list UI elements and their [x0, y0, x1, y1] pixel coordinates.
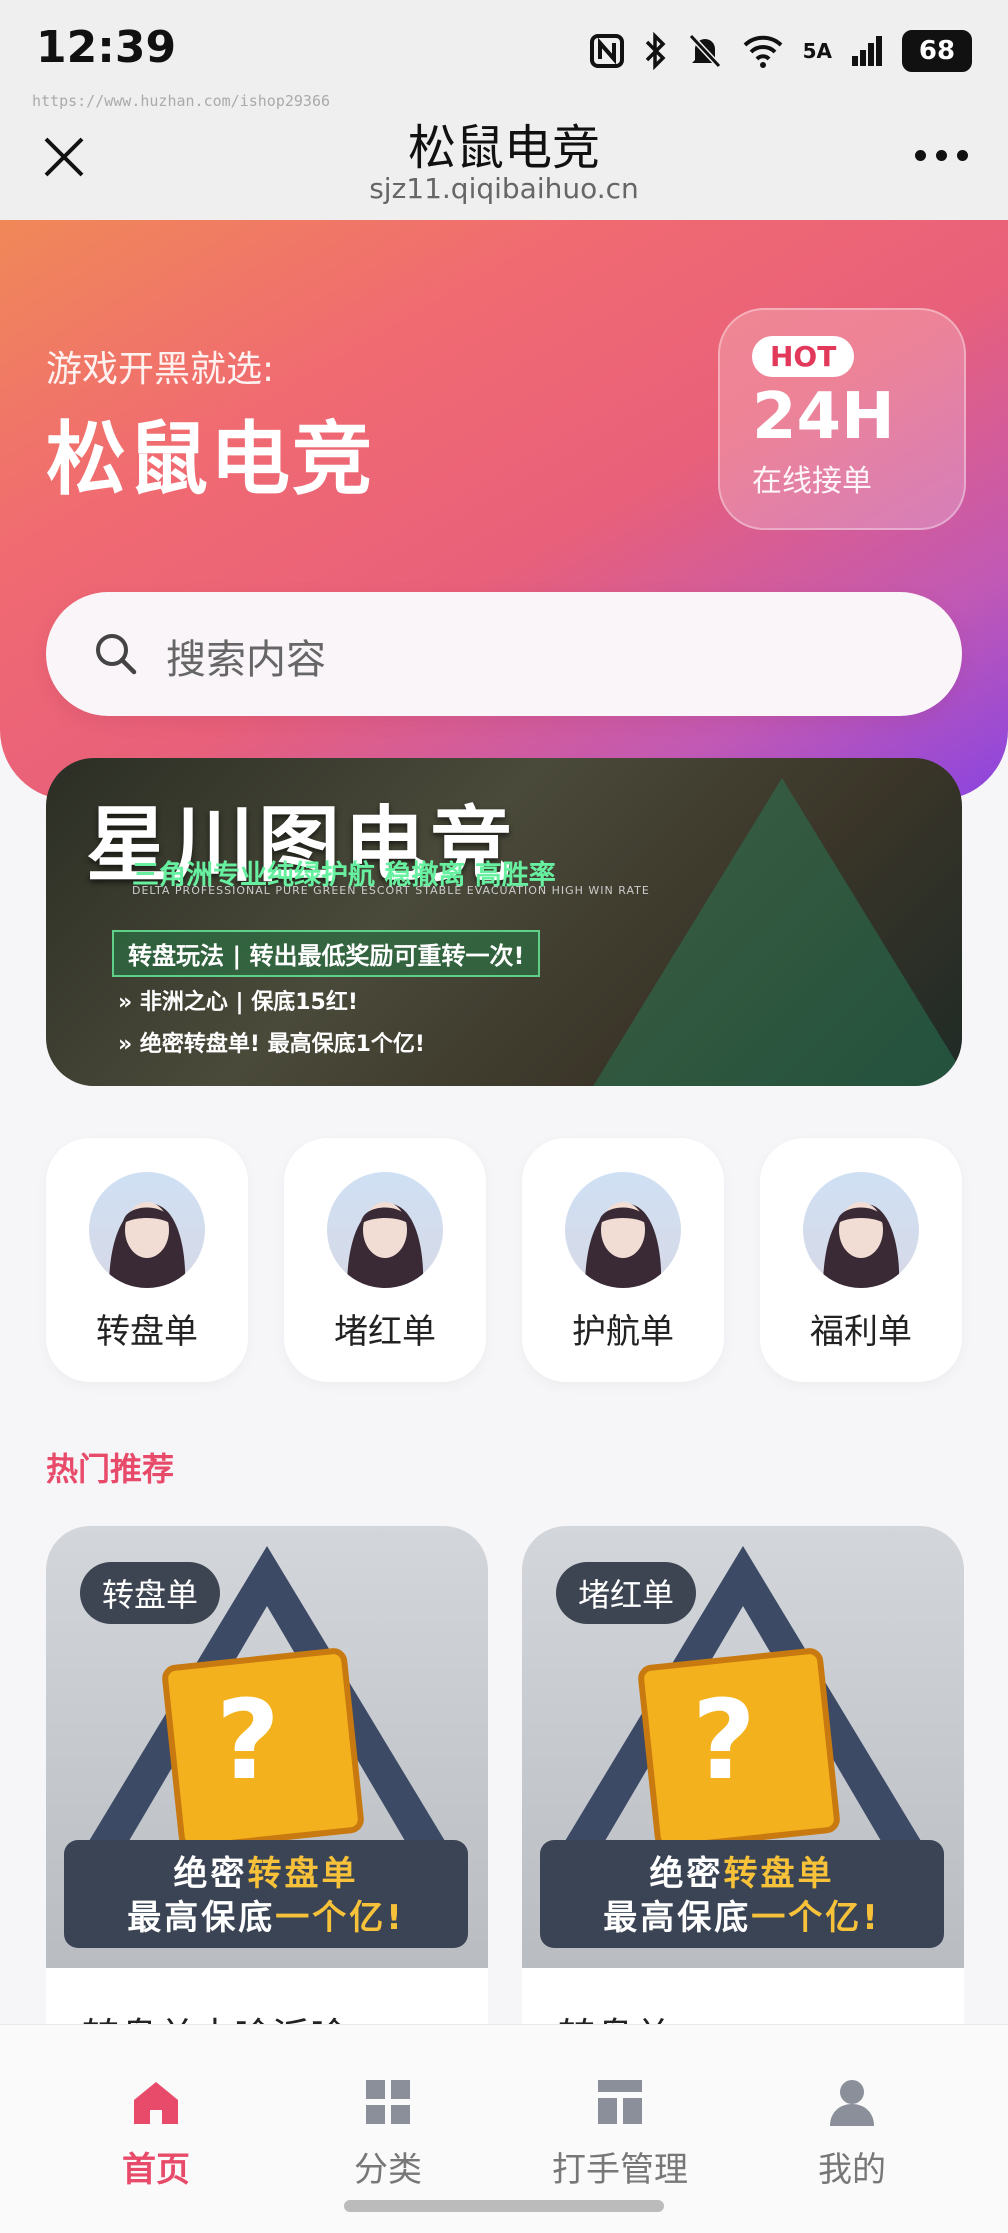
hero-title: 松鼠电竞 — [46, 413, 374, 506]
status-time: 12:39 — [36, 22, 177, 73]
caption-line-1: 绝密转盘单 — [173, 1854, 359, 1894]
badge-24h: 24H — [752, 380, 895, 454]
more-menu-icon[interactable] — [915, 150, 968, 161]
category-label: 堵红单 — [334, 1312, 436, 1352]
section-title-hot: 热门推荐 — [46, 1450, 175, 1488]
caption-line-1: 绝密转盘单 — [649, 1854, 835, 1894]
home-indicator[interactable] — [344, 2200, 664, 2212]
banner-line-2: » 绝密转盘单! 最高保底1个亿! — [118, 1032, 425, 1057]
caption-line-2: 最高保底一个亿! — [127, 1898, 405, 1938]
triangle-logo-icon — [592, 778, 962, 1086]
battery-icon: 68 — [902, 30, 972, 72]
manage-icon — [598, 2080, 642, 2124]
bluetooth-icon — [645, 32, 666, 70]
home-icon — [134, 2082, 178, 2124]
banner-line-1: » 非洲之心 | 保底15红! — [118, 990, 358, 1015]
network-label: 5A — [802, 39, 832, 63]
nfc-icon — [589, 34, 624, 68]
hero-subtitle: 游戏开黑就选: — [46, 349, 275, 390]
category-zhuanpan[interactable]: 转盘单 — [46, 1138, 248, 1382]
tab-mine[interactable]: 我的 — [726, 2076, 978, 2191]
tab-home[interactable]: 首页 — [30, 2076, 282, 2191]
avatar — [565, 1172, 681, 1288]
question-mark-icon: ? — [216, 1676, 280, 1804]
avatar — [89, 1172, 205, 1288]
category-label: 福利单 — [810, 1312, 912, 1352]
page-title: 松鼠电竞 — [407, 120, 600, 176]
avatar — [327, 1172, 443, 1288]
mute-bell-icon — [688, 33, 721, 69]
avatar — [803, 1172, 919, 1288]
caption-line-2: 最高保底一个亿! — [603, 1898, 881, 1938]
banner-tagline-en: DELTA PROFESSIONAL PURE GREEN ESCORT STA… — [132, 884, 650, 897]
status-icons: 5A 68 — [589, 30, 972, 72]
product-tag: 堵红单 — [556, 1562, 697, 1624]
hot-label: HOT — [752, 336, 855, 377]
search-input[interactable]: 搜索内容 — [166, 627, 326, 685]
page-url: sjz11.qiqibaihuo.cn — [369, 172, 639, 205]
banner-box-text: 转盘玩法 | 转出最低奖励可重转一次! — [112, 930, 541, 977]
category-duhong[interactable]: 堵红单 — [284, 1138, 486, 1382]
search-icon — [96, 634, 137, 675]
wifi-icon — [743, 35, 782, 68]
category-huhang[interactable]: 护航单 — [522, 1138, 724, 1382]
user-icon — [830, 2080, 874, 2126]
category-fuli[interactable]: 福利单 — [760, 1138, 962, 1382]
category-label: 转盘单 — [96, 1312, 198, 1352]
tab-category[interactable]: 分类 — [262, 2076, 514, 2191]
question-mark-icon: ? — [692, 1676, 756, 1804]
product-tag: 转盘单 — [80, 1562, 221, 1624]
category-label: 护航单 — [572, 1312, 674, 1352]
signal-icon — [852, 36, 882, 66]
grid-icon — [366, 2080, 410, 2124]
badge-online-text: 在线接单 — [752, 464, 872, 499]
tab-manage[interactable]: 打手管理 — [494, 2076, 746, 2191]
